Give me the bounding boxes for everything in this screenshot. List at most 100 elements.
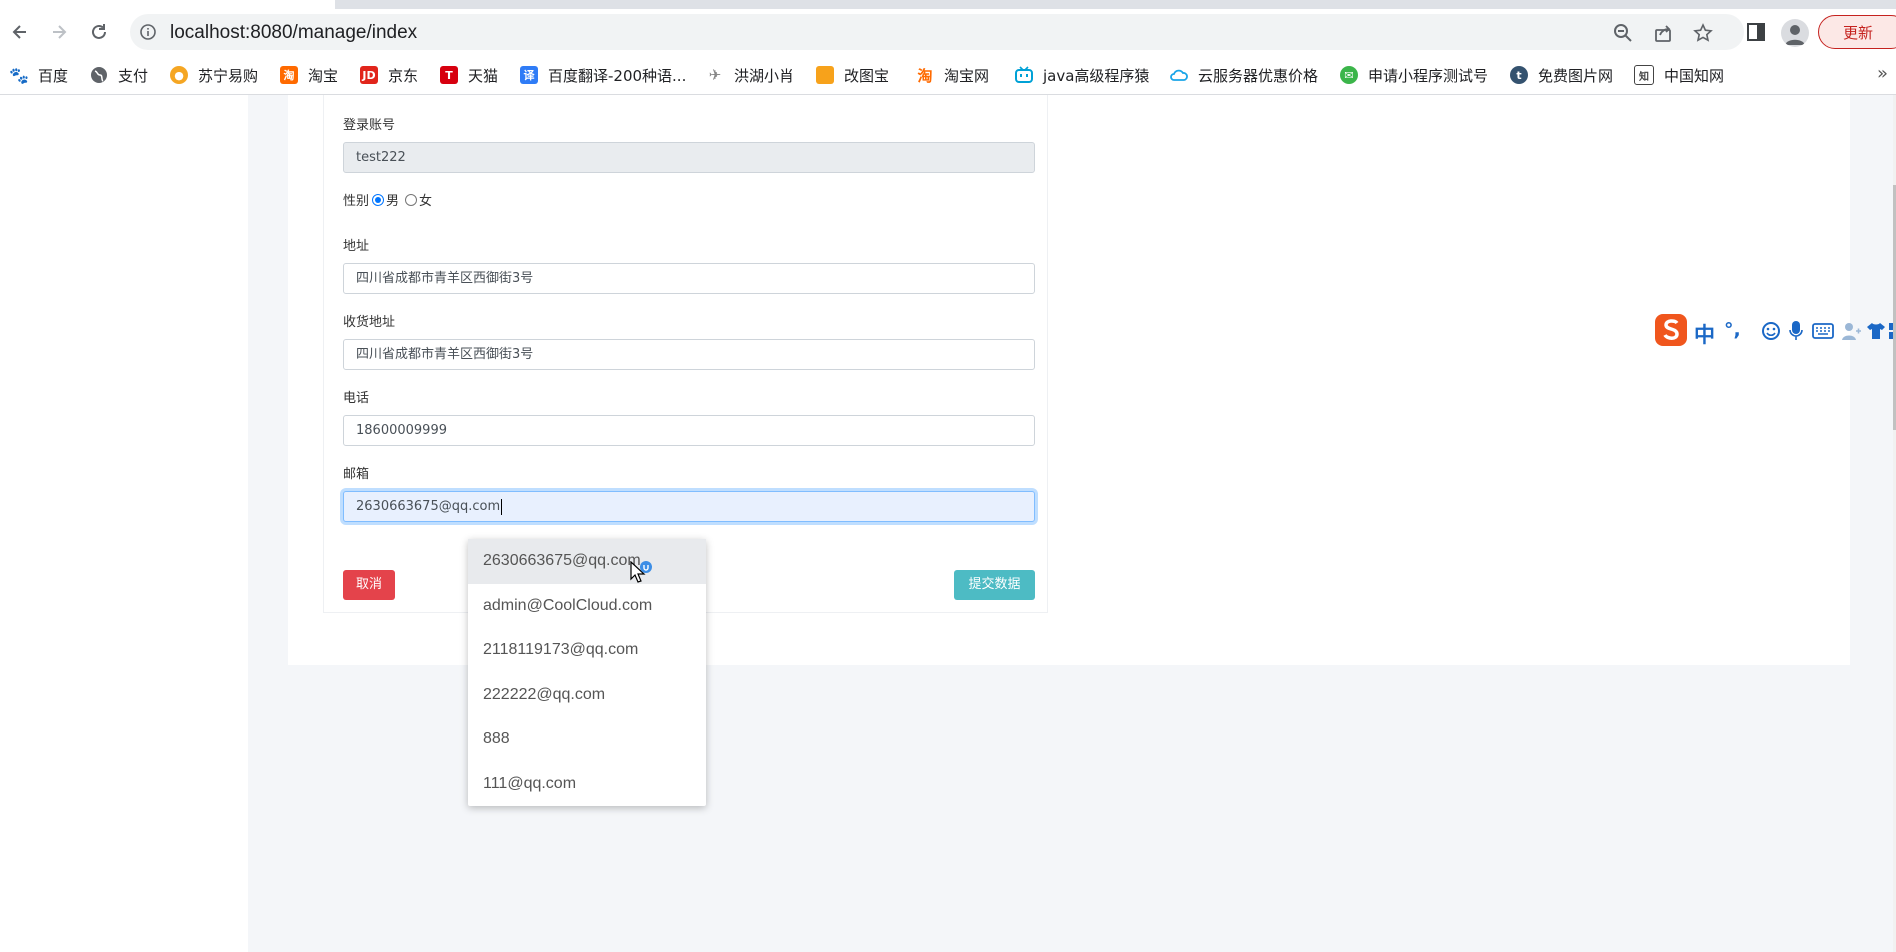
gender-male-radio[interactable] bbox=[372, 193, 385, 206]
zoom-icon[interactable] bbox=[1613, 23, 1633, 43]
bookmark-taobao-wang[interactable]: 淘淘宝网 bbox=[916, 63, 989, 87]
autocomplete-option[interactable]: admin@CoolCloud.com bbox=[468, 584, 706, 629]
share-icon[interactable] bbox=[1653, 23, 1673, 43]
mouse-pointer-icon bbox=[630, 561, 652, 583]
bookmark-label: 淘宝 bbox=[308, 66, 339, 85]
bookmark-label: 京东 bbox=[388, 66, 419, 85]
ime-toolbar: 中 °, bbox=[1654, 313, 1896, 349]
rocket-icon: ✈ bbox=[708, 66, 722, 84]
site-info-icon[interactable] bbox=[140, 24, 156, 40]
browser-toolbar: localhost:8080/manage/index 更新 ⋮ bbox=[0, 9, 1896, 55]
gaitubao-icon bbox=[816, 66, 834, 84]
bookmark-label: 支付 bbox=[118, 66, 149, 85]
globe-icon bbox=[90, 66, 108, 84]
address-bar[interactable]: localhost:8080/manage/index bbox=[130, 14, 1744, 50]
phone-input[interactable]: 18600009999 bbox=[343, 415, 1035, 446]
taobao-tao-icon: 淘 bbox=[917, 66, 933, 85]
bookmark-cloud[interactable]: 云服务器优惠价格 bbox=[1170, 63, 1318, 87]
submit-button[interactable]: 提交数据 bbox=[954, 570, 1035, 600]
account-label: 登录账号 bbox=[343, 118, 396, 133]
bookmark-label: 苏宁易购 bbox=[198, 66, 259, 85]
bookmark-suning[interactable]: ● 苏宁易购 bbox=[170, 63, 258, 87]
bookmark-label: 百度翻译-200种语... bbox=[548, 66, 687, 85]
page-content-layer: 登录账号 test222 性别 男 女 地址 四川省成都市青羊区西御街3号 收货… bbox=[0, 95, 1896, 952]
taobao-icon: 淘 bbox=[280, 66, 298, 84]
gender-female-label[interactable]: 女 bbox=[419, 190, 432, 209]
side-panel-icon[interactable] bbox=[1745, 21, 1767, 43]
wechat-icon: ✉ bbox=[1340, 66, 1358, 84]
tumblr-icon: t bbox=[1510, 66, 1528, 84]
reload-button[interactable] bbox=[85, 18, 113, 46]
bookmark-free-images[interactable]: t 免费图片网 bbox=[1510, 63, 1613, 87]
bookmark-label: 中国知网 bbox=[1664, 66, 1725, 85]
back-arrow-icon bbox=[12, 25, 26, 39]
emoji-icon[interactable] bbox=[1761, 321, 1781, 341]
bookmark-taobao[interactable]: 淘淘宝 bbox=[280, 63, 338, 87]
user-assist-icon[interactable] bbox=[1840, 321, 1862, 341]
update-button[interactable]: 更新 ⋮ bbox=[1818, 15, 1896, 49]
forward-arrow-icon bbox=[53, 25, 67, 39]
bookmark-label: 百度 bbox=[38, 66, 69, 85]
cloud-icon bbox=[1170, 66, 1188, 84]
bookmark-gaitubao[interactable]: 改图宝 bbox=[816, 63, 889, 87]
sogou-logo-icon[interactable] bbox=[1654, 313, 1688, 347]
cancel-button[interactable]: 取消 bbox=[343, 570, 395, 600]
tab-strip-background bbox=[335, 0, 1896, 9]
back-button[interactable] bbox=[6, 18, 34, 46]
ime-punctuation-toggle[interactable]: °, bbox=[1724, 319, 1741, 341]
shipping-address-input[interactable]: 四川省成都市青羊区西御街3号 bbox=[343, 339, 1035, 370]
microphone-icon[interactable] bbox=[1788, 320, 1804, 342]
bookmark-jd[interactable]: JD 京东 bbox=[360, 63, 418, 87]
bookmark-label: 天猫 bbox=[468, 66, 499, 85]
email-input-value: 2630663675@qq.com bbox=[356, 499, 501, 514]
gender-label: 性别 bbox=[343, 194, 370, 209]
autocomplete-option[interactable]: 111@qq.com bbox=[468, 762, 706, 807]
bookmark-star-icon[interactable] bbox=[1693, 23, 1713, 43]
autocomplete-option[interactable]: 222222@qq.com bbox=[468, 673, 706, 718]
bookmark-cnki[interactable]: 知中国知网 bbox=[1634, 63, 1724, 87]
person-icon bbox=[1785, 25, 1805, 45]
autocomplete-option[interactable]: 2630663675@qq.com bbox=[468, 539, 706, 584]
bookmark-label: 洪湖小肖 bbox=[734, 66, 795, 85]
address-label: 地址 bbox=[343, 239, 370, 254]
bookmark-miniprogram[interactable]: ✉ 申请小程序测试号 bbox=[1340, 63, 1488, 87]
bookmark-zhifu[interactable]: 支付 bbox=[90, 63, 148, 87]
autocomplete-option[interactable]: 2118119173@qq.com bbox=[468, 628, 706, 673]
email-input[interactable]: 2630663675@qq.com bbox=[343, 491, 1035, 522]
tmall-icon: T bbox=[440, 66, 458, 84]
baidu-paw-icon: 🐾 bbox=[9, 65, 29, 85]
bookmarks-overflow-button[interactable]: » bbox=[1877, 63, 1888, 84]
forward-button[interactable] bbox=[45, 18, 73, 46]
bookmark-tmall[interactable]: T 天猫 bbox=[440, 63, 498, 87]
bookmark-honghu[interactable]: ✈ 洪湖小肖 bbox=[706, 63, 794, 87]
address-input[interactable]: 四川省成都市青羊区西御街3号 bbox=[343, 263, 1035, 294]
gender-male-label[interactable]: 男 bbox=[386, 190, 399, 209]
ime-mode-toggle[interactable]: 中 bbox=[1694, 319, 1715, 349]
tab-strip bbox=[0, 0, 1896, 9]
autocomplete-option[interactable]: 888 bbox=[468, 717, 706, 762]
bookmark-baidu[interactable]: 🐾 百度 bbox=[9, 63, 69, 87]
url-text[interactable]: localhost:8080/manage/index bbox=[170, 22, 417, 44]
bookmark-label: 免费图片网 bbox=[1538, 66, 1614, 85]
phone-label: 电话 bbox=[343, 391, 370, 406]
bookmark-label: java高级程序猿 bbox=[1043, 66, 1150, 85]
kebab-menu-icon: ⋮ bbox=[1892, 16, 1896, 50]
gender-group: 性别 男 女 bbox=[343, 190, 432, 209]
skin-shirt-icon[interactable] bbox=[1866, 321, 1886, 341]
keyboard-icon[interactable] bbox=[1812, 322, 1834, 340]
gender-female-radio[interactable] bbox=[405, 193, 418, 206]
jd-icon: JD bbox=[360, 66, 378, 84]
account-input: test222 bbox=[343, 142, 1035, 173]
translate-icon: 译 bbox=[520, 66, 538, 84]
bookmark-label: 云服务器优惠价格 bbox=[1198, 66, 1319, 85]
bookmark-baidu-translate[interactable]: 译百度翻译-200种语... bbox=[520, 63, 686, 87]
profile-avatar[interactable] bbox=[1781, 19, 1809, 47]
text-caret bbox=[501, 498, 503, 515]
bookmark-label: 改图宝 bbox=[844, 66, 890, 85]
bilibili-icon bbox=[1015, 66, 1033, 84]
bookmarks-bar: 🐾 百度 支付 ● 苏宁易购 淘淘宝 JD 京东 T 天猫 译百度翻译-200种语...… bbox=[0, 55, 1896, 95]
bookmark-label: 申请小程序测试号 bbox=[1368, 66, 1489, 85]
shipping-address-label: 收货地址 bbox=[343, 315, 396, 330]
bookmark-bilibili[interactable]: java高级程序猿 bbox=[1015, 63, 1149, 87]
reload-icon bbox=[92, 24, 106, 39]
